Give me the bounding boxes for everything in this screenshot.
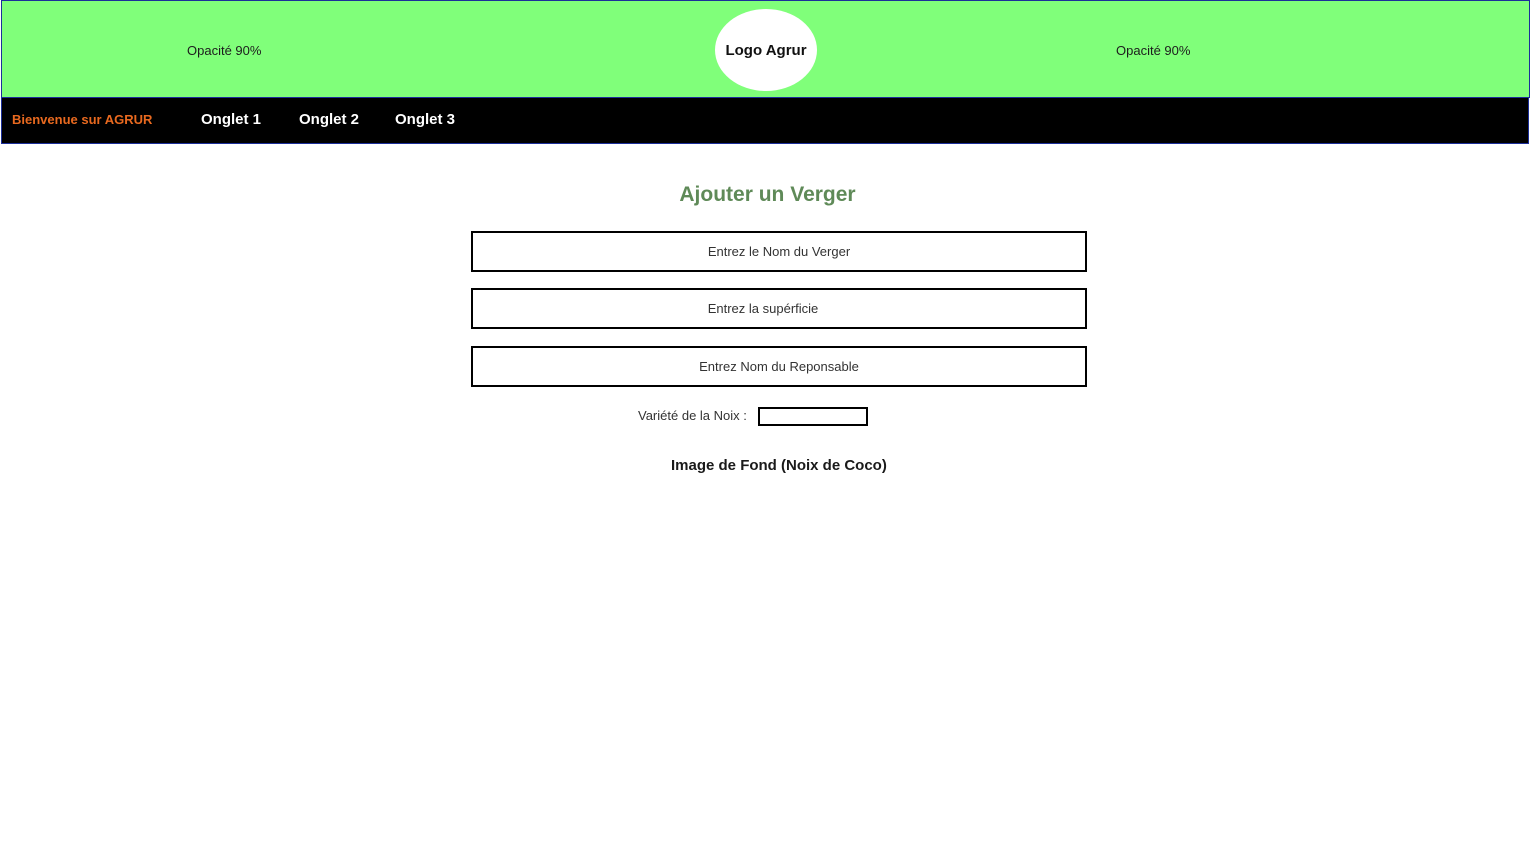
page-title: Ajouter un Verger bbox=[679, 183, 856, 206]
welcome-text: Bienvenue sur AGRUR bbox=[12, 112, 153, 127]
navbar: Bienvenue sur AGRUR Onglet 1 Onglet 2 On… bbox=[1, 98, 1529, 144]
opacity-label-right: Opacité 90% bbox=[1116, 43, 1191, 58]
page: Opacité 90% Logo Agrur Opacité 90% Bienv… bbox=[0, 0, 1531, 854]
logo[interactable]: Logo Agrur bbox=[715, 9, 817, 91]
tab-onglet-1[interactable]: Onglet 1 bbox=[201, 111, 261, 128]
form-title-container: Ajouter un Verger bbox=[0, 183, 1531, 207]
surface-area-input[interactable] bbox=[471, 288, 1087, 329]
opacity-label-left: Opacité 90% bbox=[187, 43, 262, 58]
tab-onglet-2[interactable]: Onglet 2 bbox=[299, 111, 359, 128]
header-banner: Opacité 90% Logo Agrur Opacité 90% bbox=[1, 0, 1530, 98]
orchard-name-input[interactable] bbox=[471, 231, 1087, 272]
nut-variety-select[interactable] bbox=[758, 407, 868, 426]
tab-onglet-3[interactable]: Onglet 3 bbox=[395, 111, 455, 128]
nut-variety-label: Variété de la Noix : bbox=[638, 408, 747, 423]
background-image-label: Image de Fond (Noix de Coco) bbox=[671, 457, 887, 474]
manager-name-input[interactable] bbox=[471, 346, 1087, 387]
